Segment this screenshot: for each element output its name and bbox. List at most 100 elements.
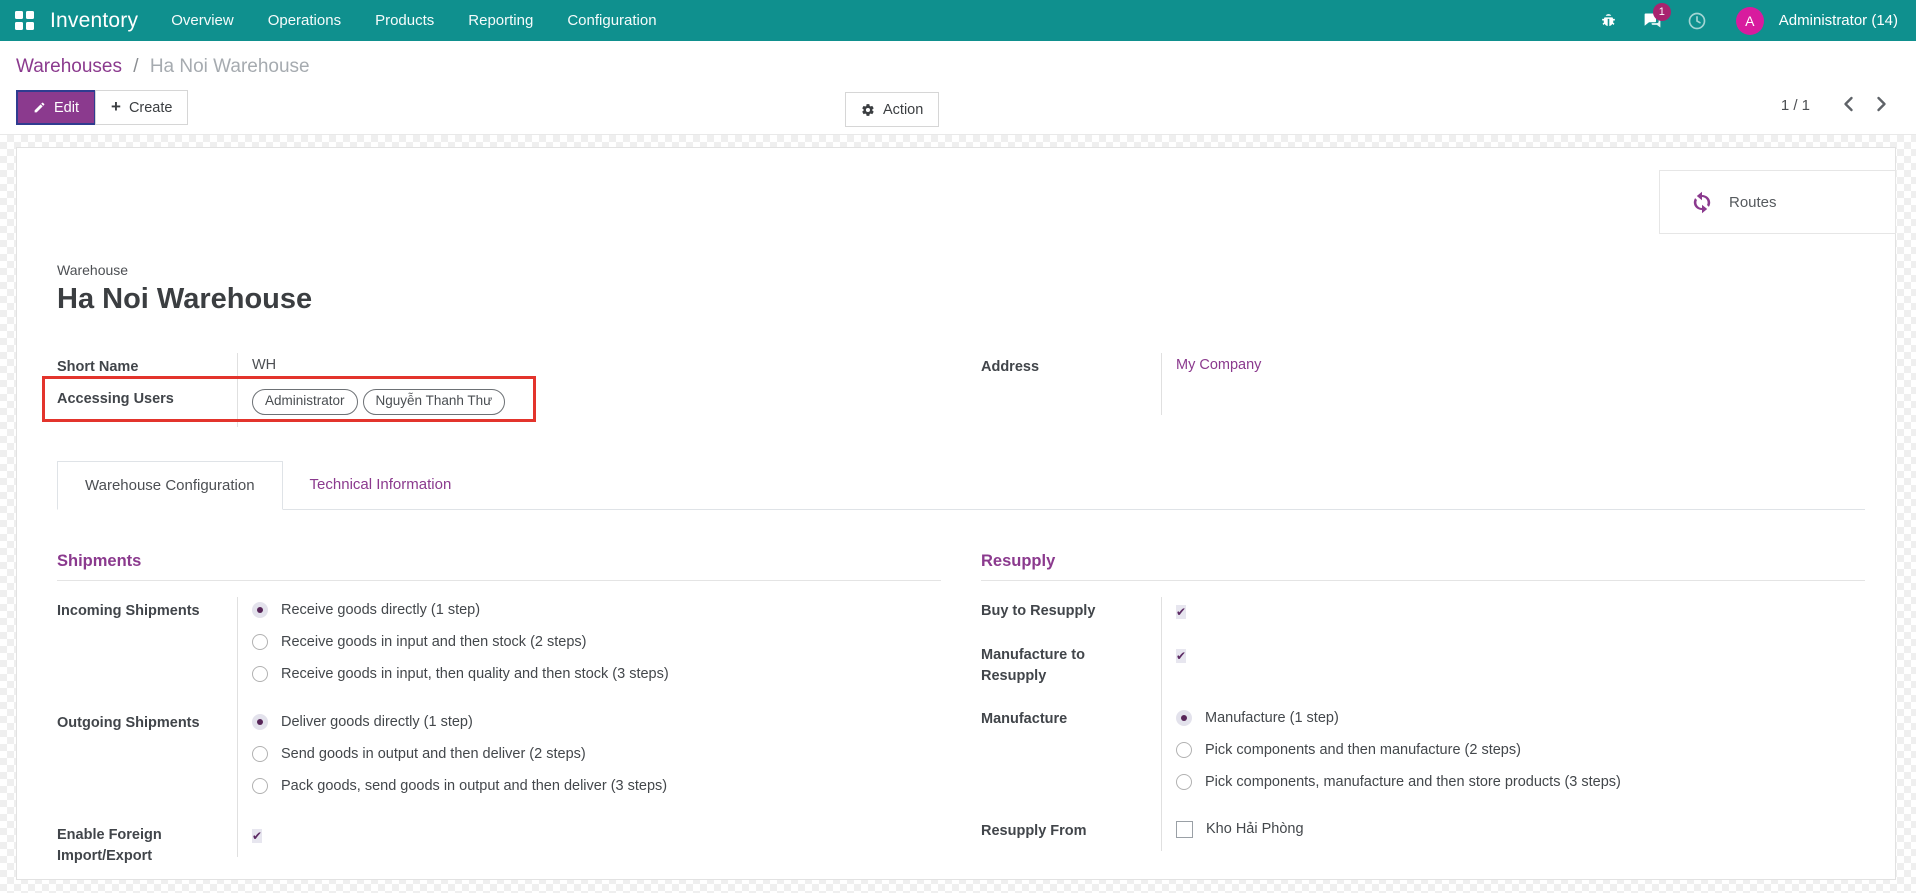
chevron-right-icon [1875,96,1888,112]
incoming-shipments-row: Incoming Shipments Receive goods directl… [57,597,941,709]
pager-next-button[interactable] [1865,92,1898,119]
checkbox-checked-icon[interactable] [1176,605,1186,619]
refresh-icon [1690,190,1714,214]
radio-unselected-icon[interactable] [252,666,268,682]
radio-unselected-icon[interactable] [252,746,268,762]
top-navbar: Inventory Overview Operations Products R… [0,0,1916,41]
radio-unselected-icon[interactable] [1176,742,1192,758]
checkbox-kho-hai-phong[interactable]: Kho Hải Phòng [1176,820,1865,839]
foreign-import-export-row: Enable Foreign Import/Export [57,821,941,867]
page-title: Ha Noi Warehouse [57,283,1865,316]
menu-configuration[interactable]: Configuration [550,0,673,41]
section-divider [981,580,1865,581]
breadcrumb: Warehouses / Ha Noi Warehouse [16,56,1900,78]
checkbox-checked-icon[interactable] [1176,649,1186,663]
warehouse-field-label: Warehouse [57,262,1865,278]
resupply-from-label: Resupply From [981,817,1161,842]
plus-icon: + [111,98,121,115]
manufacture-to-resupply-value [1161,641,1865,705]
foreign-import-export-label: Enable Foreign Import/Export [57,821,237,867]
breadcrumb-separator: / [127,56,144,77]
manufacture-row: Manufacture Manufacture (1 step) Pick co… [981,705,1865,817]
edit-button[interactable]: Edit [16,90,96,125]
radio-deliver-2-steps[interactable]: Send goods in output and then deliver (2… [252,745,941,777]
breadcrumb-current: Ha Noi Warehouse [150,56,310,77]
menu-reporting[interactable]: Reporting [451,0,550,41]
action-button[interactable]: Action [845,92,939,127]
checkbox-unchecked-icon[interactable] [1176,821,1193,838]
radio-manufacture-1-step[interactable]: Manufacture (1 step) [1176,709,1865,741]
activity-clock-icon[interactable] [1678,0,1716,41]
apps-grid-icon [15,11,34,30]
create-button[interactable]: + Create [95,90,188,125]
radio-label: Receive goods in input and then stock (2… [281,633,586,652]
address-label: Address [981,353,1161,378]
messages-icon[interactable]: 1 [1634,0,1672,41]
radio-label: Manufacture (1 step) [1205,709,1339,728]
bug-icon[interactable] [1590,0,1628,41]
radio-label: Receive goods directly (1 step) [281,601,480,620]
chevron-left-icon [1842,96,1855,112]
radio-label: Receive goods in input, then quality and… [281,665,669,684]
user-avatar[interactable]: A [1736,7,1764,35]
main-menu: Overview Operations Products Reporting C… [154,0,673,41]
manufacture-label: Manufacture [981,705,1161,730]
resupply-section-title: Resupply [981,552,1865,571]
radio-deliver-1-step[interactable]: Deliver goods directly (1 step) [252,713,941,745]
radio-receive-3-steps[interactable]: Receive goods in input, then quality and… [252,665,941,697]
incoming-shipments-options: Receive goods directly (1 step) Receive … [237,597,941,709]
menu-operations[interactable]: Operations [251,0,358,41]
buy-to-resupply-label: Buy to Resupply [981,597,1161,622]
create-button-label: Create [129,100,173,116]
control-panel: Warehouses / Ha Noi Warehouse Edit + Cre… [0,41,1916,135]
radio-selected-icon[interactable] [1176,710,1192,726]
edit-button-label: Edit [54,100,79,116]
pager-previous-button[interactable] [1832,92,1865,119]
radio-receive-1-step[interactable]: Receive goods directly (1 step) [252,601,941,633]
menu-products[interactable]: Products [358,0,451,41]
breadcrumb-warehouses[interactable]: Warehouses [16,56,122,77]
incoming-shipments-label: Incoming Shipments [57,597,237,622]
resupply-from-row: Resupply From Kho Hải Phòng [981,817,1865,851]
checkbox-label: Kho Hải Phòng [1206,820,1304,839]
radio-selected-icon[interactable] [252,602,268,618]
user-menu[interactable]: Administrator (14) [1779,12,1902,29]
outgoing-shipments-options: Deliver goods directly (1 step) Send goo… [237,709,941,821]
notebook-tabs: Warehouse Configuration Technical Inform… [57,461,1865,510]
radio-manufacture-2-steps[interactable]: Pick components and then manufacture (2 … [1176,741,1865,773]
user-tag-nguyen-thanh-thu[interactable]: Nguyễn Thanh Thư [363,389,506,415]
manufacture-to-resupply-label: Manufacture to Resupply [981,641,1161,687]
user-tags: Administrator Nguyễn Thanh Thư [252,389,941,415]
radio-label: Send goods in output and then deliver (2… [281,745,586,764]
pager-value: 1 / 1 [1781,97,1810,114]
accessing-users-value: Administrator Nguyễn Thanh Thư [237,385,941,427]
top-fields: Short Name WH Accessing Users Administra… [57,353,1865,427]
apps-menu-button[interactable] [0,0,48,41]
message-count-badge: 1 [1653,3,1671,21]
radio-unselected-icon[interactable] [252,634,268,650]
radio-unselected-icon[interactable] [252,778,268,794]
radio-deliver-3-steps[interactable]: Pack goods, send goods in output and the… [252,777,941,809]
radio-unselected-icon[interactable] [1176,774,1192,790]
radio-manufacture-3-steps[interactable]: Pick components, manufacture and then st… [1176,773,1865,805]
checkbox-checked-icon[interactable] [252,829,262,843]
menu-overview[interactable]: Overview [154,0,251,41]
short-name-label: Short Name [57,353,237,378]
user-tag-administrator[interactable]: Administrator [252,389,358,415]
radio-label: Pack goods, send goods in output and the… [281,777,667,796]
tab-warehouse-configuration[interactable]: Warehouse Configuration [57,461,283,510]
app-name[interactable]: Inventory [48,9,154,33]
accessing-users-label: Accessing Users [57,385,237,410]
tab-technical-information[interactable]: Technical Information [283,461,479,509]
section-divider [57,580,941,581]
radio-label: Pick components and then manufacture (2 … [1205,741,1521,760]
routes-stat-button[interactable]: Routes [1659,170,1896,234]
manufacture-to-resupply-row: Manufacture to Resupply [981,641,1865,705]
form-view-background: Routes Warehouse Ha Noi Warehouse Short … [0,135,1916,893]
outgoing-shipments-row: Outgoing Shipments Deliver goods directl… [57,709,941,821]
address-company-link[interactable]: My Company [1176,357,1261,373]
action-button-label: Action [883,102,923,118]
radio-selected-icon[interactable] [252,714,268,730]
radio-receive-2-steps[interactable]: Receive goods in input and then stock (2… [252,633,941,665]
short-name-row: Short Name WH [57,353,941,385]
